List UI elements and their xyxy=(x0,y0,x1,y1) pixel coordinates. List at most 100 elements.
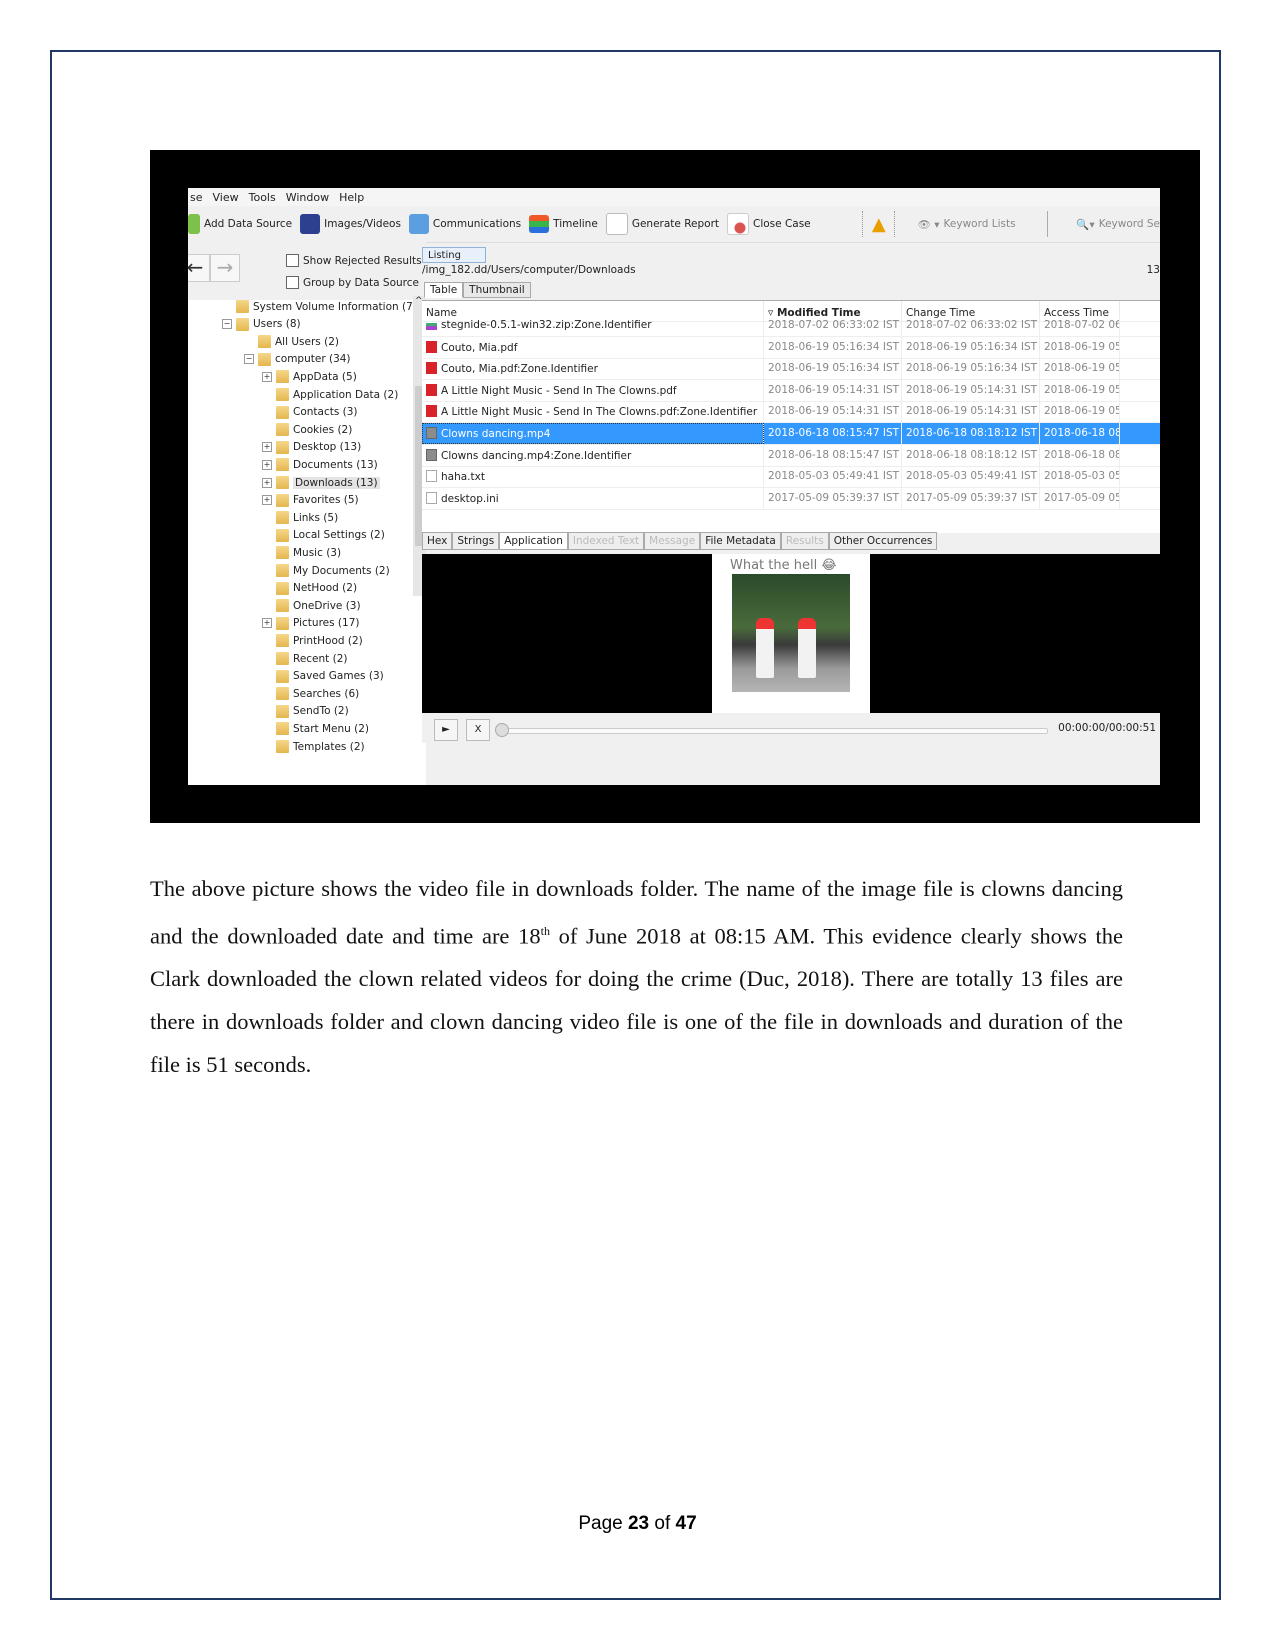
toolbar-divider xyxy=(1047,211,1049,237)
tree-item[interactable]: Saved Games (3) xyxy=(262,668,384,685)
tab-table[interactable]: Table xyxy=(424,282,464,298)
tree-item[interactable]: Cookies (2) xyxy=(262,421,352,438)
keyword-search-button[interactable]: 🔍▾ Keyword Se xyxy=(1076,218,1160,231)
video-file-icon xyxy=(426,448,437,461)
video-time: 00:00:00/00:00:51 xyxy=(1058,722,1156,734)
tree-item[interactable]: All Users (2) xyxy=(244,333,339,350)
menu-case[interactable]: se xyxy=(190,191,203,204)
folder-icon xyxy=(276,440,289,454)
folder-icon xyxy=(276,669,289,683)
tree-item[interactable]: + Documents (13) xyxy=(262,456,378,473)
tree-item[interactable]: + Pictures (17) xyxy=(262,615,359,632)
keyword-lists-button[interactable]: 👁 ▾ Keyword Lists xyxy=(918,218,1016,231)
expand-icon[interactable]: + xyxy=(262,495,272,506)
tree-item[interactable]: − computer (34) xyxy=(244,351,351,368)
tree-item[interactable]: Links (5) xyxy=(262,509,338,526)
folder-icon xyxy=(276,581,289,595)
table-row[interactable]: desktop.ini 2017-05-09 05:39:37 IST 2017-0… xyxy=(422,487,1160,510)
expand-icon[interactable]: + xyxy=(262,477,272,488)
forward-arrow-icon: → xyxy=(216,255,234,279)
cell-change: 2018-07-02 06:33:02 IST xyxy=(902,315,1040,336)
communications-button[interactable]: Communications xyxy=(408,214,521,234)
cell-modified: 2018-06-19 05:14:31 IST xyxy=(764,379,902,401)
cell-name: Clowns dancing.mp4:Zone.Identifier xyxy=(422,444,764,466)
add-data-source-button[interactable]: Add Data Source xyxy=(188,214,292,234)
tab-results[interactable]: Results xyxy=(780,532,829,550)
folder-icon xyxy=(276,370,289,384)
images-videos-button[interactable]: Images/Videos xyxy=(300,214,401,234)
tree-item[interactable]: Contacts (3) xyxy=(262,404,358,421)
close-case-button[interactable]: Close Case xyxy=(727,213,811,235)
tab-hex[interactable]: Hex xyxy=(422,532,453,550)
tree-item[interactable]: PrintHood (2) xyxy=(262,632,363,649)
group-by-source-checkbox[interactable]: Group by Data Source xyxy=(286,276,419,289)
timeline-button[interactable]: Timeline xyxy=(529,215,598,233)
tree-item[interactable]: − Users (8) xyxy=(222,316,301,333)
generate-report-button[interactable]: Generate Report xyxy=(605,213,719,235)
table-row[interactable]: Clowns dancing.mp4:Zone.Identifier 2018-0… xyxy=(422,444,1160,467)
tree-item[interactable]: NetHood (2) xyxy=(262,580,357,597)
cell-modified: 2018-06-18 08:15:47 IST xyxy=(764,444,902,466)
tree-item[interactable]: OneDrive (3) xyxy=(262,597,361,614)
expand-icon[interactable]: + xyxy=(262,371,272,382)
menu-help[interactable]: Help xyxy=(339,191,364,204)
tree-item[interactable]: Templates (2) xyxy=(262,738,365,755)
expand-icon[interactable]: + xyxy=(262,459,272,470)
file-table: Name ▿ Modified Time Change Time Access … xyxy=(422,300,1160,588)
pdf-file-icon xyxy=(426,362,437,375)
menu-view[interactable]: View xyxy=(213,191,239,204)
cell-change: 2018-05-03 05:49:41 IST xyxy=(902,466,1040,488)
tab-file-metadata[interactable]: File Metadata xyxy=(700,532,781,550)
folder-icon xyxy=(236,300,249,313)
eye-icon: 👁 ▾ xyxy=(917,218,940,231)
forward-button[interactable]: → xyxy=(210,254,240,282)
table-row[interactable]: A Little Night Music - Send In The Clown… xyxy=(422,379,1160,402)
tab-thumbnail[interactable]: Thumbnail xyxy=(463,282,531,298)
cell-name: stegnide-0.5.1-win32.zip:Zone.Identifier xyxy=(422,315,764,336)
cell-change: 2018-06-19 05:16:34 IST xyxy=(902,358,1040,380)
show-rejected-checkbox[interactable]: Show Rejected Results xyxy=(286,254,422,267)
listing-path: /img_182.dd/Users/computer/Downloads xyxy=(422,264,636,276)
tree-item[interactable]: + Downloads (13) xyxy=(262,474,380,491)
tab-indexed-text[interactable]: Indexed Text xyxy=(567,532,645,550)
table-row[interactable]: stegnide-0.5.1-win32.zip:Zone.Identifier… xyxy=(422,315,1160,337)
tree-item[interactable]: + Favorites (5) xyxy=(262,492,359,509)
tab-listing[interactable]: Listing xyxy=(422,247,486,263)
tree-item[interactable]: Start Menu (2) xyxy=(262,720,369,737)
menu-window[interactable]: Window xyxy=(286,191,329,204)
tab-application[interactable]: Application xyxy=(499,532,568,550)
table-row[interactable]: Couto, Mia.pdf 2018-06-19 05:16:34 IST 201… xyxy=(422,336,1160,359)
collapse-icon[interactable]: − xyxy=(244,354,254,365)
tree-item[interactable]: Application Data (2) xyxy=(262,386,398,403)
tree-item[interactable]: Recent (2) xyxy=(262,650,348,667)
table-row[interactable]: Clowns dancing.mp4 2018-06-18 08:15:47 IS… xyxy=(422,423,1160,445)
back-button[interactable]: ← xyxy=(188,254,210,282)
tree-item[interactable]: + Desktop (13) xyxy=(262,439,361,456)
tab-strings[interactable]: Strings xyxy=(452,532,500,550)
tree-item[interactable]: + AppData (5) xyxy=(262,368,357,385)
stop-button[interactable]: X xyxy=(466,719,490,741)
warning-icon[interactable]: ▲ xyxy=(872,214,886,235)
tab-message[interactable]: Message xyxy=(644,532,701,550)
menu-tools[interactable]: Tools xyxy=(249,191,276,204)
tree-item[interactable]: SendTo (2) xyxy=(262,703,349,720)
expand-icon[interactable]: + xyxy=(262,442,272,453)
tree-item[interactable]: Searches (6) xyxy=(262,685,359,702)
table-row[interactable]: A Little Night Music - Send In The Clown… xyxy=(422,401,1160,424)
cell-modified: 2018-06-19 05:16:34 IST xyxy=(764,358,902,380)
tree-item[interactable]: My Documents (2) xyxy=(262,562,390,579)
tab-other-occurrences[interactable]: Other Occurrences xyxy=(828,532,938,550)
directory-tree[interactable]: System Volume Information (7) − Users (8) A… xyxy=(188,300,417,785)
table-row[interactable]: haha.txt 2018-05-03 05:49:41 IST 2018-05-0… xyxy=(422,466,1160,489)
video-progress-slider[interactable] xyxy=(495,723,1048,737)
tree-item[interactable]: Music (3) xyxy=(262,544,341,561)
collapse-icon[interactable]: − xyxy=(222,319,232,330)
slider-knob[interactable] xyxy=(495,723,509,737)
video-thumbnail xyxy=(732,574,850,692)
cell-name: desktop.ini xyxy=(422,487,764,509)
table-row[interactable]: Couto, Mia.pdf:Zone.Identifier 2018-06-19… xyxy=(422,358,1160,381)
expand-icon[interactable]: + xyxy=(262,618,272,629)
tree-item[interactable]: Local Settings (2) xyxy=(262,527,385,544)
tree-item[interactable]: System Volume Information (7) xyxy=(222,298,417,315)
play-button[interactable]: ► xyxy=(434,719,458,741)
